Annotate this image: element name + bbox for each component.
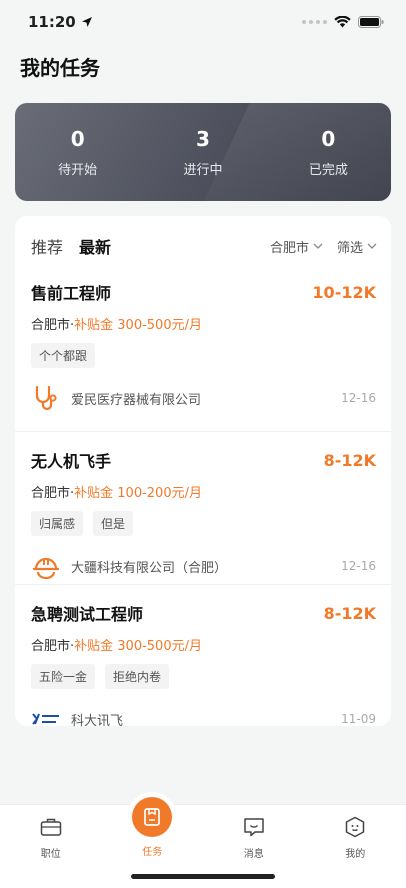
city-filter[interactable]: 合肥市 (270, 237, 323, 256)
tabbar-label: 职位 (40, 849, 61, 860)
signal-icon (302, 20, 327, 24)
company-name: 爱民医疗器械有限公司 (71, 392, 202, 408)
company-row: 大疆科技有限公司（合肥） 12-16 (31, 550, 376, 582)
job-tag: 五险一金 (31, 664, 96, 689)
message-icon (242, 815, 266, 839)
job-tag: 个个都跟 (31, 343, 96, 368)
status-time: 11:20 (28, 13, 93, 31)
job-title: 急聘测试工程师 (31, 605, 144, 624)
wifi-icon (334, 16, 351, 28)
hardhat-icon (31, 551, 61, 581)
stat-label: 已完成 (308, 162, 348, 178)
list-filters: 合肥市 筛选 (270, 237, 377, 256)
company-row: 爱民医疗器械有限公司 12-16 (31, 382, 376, 414)
job-subsidy: 补贴金 300-500元/月 (74, 639, 202, 654)
profile-icon (343, 815, 367, 839)
job-tag: 但是 (93, 511, 134, 536)
job-city: 合肥市· (31, 486, 75, 501)
company-name: 科大讯飞 (71, 713, 124, 729)
job-title: 无人机飞手 (31, 452, 112, 471)
iflytek-logo (31, 704, 61, 734)
job-meta: 合肥市·补贴金 100-200元/月 (31, 482, 376, 501)
status-icons (302, 16, 384, 28)
job-meta: 合肥市·补贴金 300-500元/月 (31, 314, 376, 333)
tabbar-label: 消息 (243, 849, 264, 860)
tabbar-label: 任务 (142, 847, 163, 858)
job-tags: 五险一金 拒绝内卷 (31, 664, 376, 689)
job-card[interactable]: 售前工程师 10-12K 合肥市·补贴金 300-500元/月 个个都跟 爱民医… (15, 276, 391, 431)
job-city: 合肥市· (31, 318, 75, 333)
chevron-down-icon (313, 243, 323, 249)
status-bar: 11:20 (0, 0, 406, 44)
tabbar-item-profile[interactable]: 我的 (305, 805, 406, 888)
stat-value: 0 (70, 126, 85, 151)
clock-text: 11:20 (28, 13, 76, 31)
task-stats-card: 0 待开始 3 进行中 0 已完成 (15, 103, 391, 201)
job-card[interactable]: 无人机飞手 8-12K 合肥市·补贴金 100-200元/月 归属感 但是 大疆… (15, 431, 391, 584)
home-indicator (131, 874, 275, 879)
job-subsidy: 补贴金 100-200元/月 (74, 486, 202, 501)
job-tags: 归属感 但是 (31, 511, 376, 536)
chevron-down-icon (367, 243, 377, 249)
stat-pending[interactable]: 0 待开始 (15, 127, 140, 178)
job-card[interactable]: 急聘测试工程师 8-12K 合肥市·补贴金 300-500元/月 五险一金 拒绝… (15, 584, 391, 729)
job-tag: 归属感 (31, 511, 84, 536)
stat-label: 待开始 (58, 162, 98, 178)
job-subsidy: 补贴金 300-500元/月 (74, 318, 202, 333)
post-date: 12-16 (341, 559, 376, 573)
stat-in-progress[interactable]: 3 进行中 (140, 127, 265, 178)
stat-value: 3 (196, 126, 210, 151)
post-date: 11-09 (341, 712, 376, 726)
location-arrow-icon (81, 17, 92, 27)
stat-completed[interactable]: 0 已完成 (266, 127, 391, 178)
company-row: 科大讯飞 11-09 (31, 703, 376, 735)
job-city: 合肥市· (31, 639, 75, 654)
city-filter-label: 合肥市 (269, 240, 309, 256)
job-salary: 10-12K (312, 282, 376, 302)
battery-icon (358, 16, 384, 28)
job-list-card: 推荐 最新 合肥市 筛选 售前工程师 10-12K 合肥市·补贴金 300-50… (15, 216, 391, 729)
stat-value: 0 (321, 126, 336, 151)
filter-label: 筛选 (336, 240, 363, 256)
tabbar-label: 我的 (345, 849, 366, 860)
tabbar-item-jobs[interactable]: 职位 (0, 805, 102, 888)
filter-dropdown[interactable]: 筛选 (337, 237, 377, 256)
page-title: 我的任务 (20, 56, 100, 80)
post-date: 12-16 (341, 391, 376, 405)
job-salary: 8-12K (323, 450, 376, 470)
task-icon (132, 797, 173, 837)
company-name: 大疆科技有限公司（合肥） (71, 560, 228, 576)
job-tags: 个个都跟 (31, 343, 376, 368)
tab-latest[interactable]: 最新 (79, 234, 111, 258)
stat-label: 进行中 (183, 162, 223, 178)
job-meta: 合肥市·补贴金 300-500元/月 (31, 635, 376, 654)
job-salary: 8-12K (323, 603, 376, 623)
list-header: 推荐 最新 合肥市 筛选 (15, 216, 391, 276)
list-tabs: 推荐 最新 (31, 234, 111, 258)
job-title: 售前工程师 (31, 284, 112, 303)
tab-recommended[interactable]: 推荐 (31, 234, 63, 258)
stethoscope-icon (31, 383, 61, 413)
job-tag: 拒绝内卷 (105, 664, 170, 689)
briefcase-icon (39, 815, 63, 839)
